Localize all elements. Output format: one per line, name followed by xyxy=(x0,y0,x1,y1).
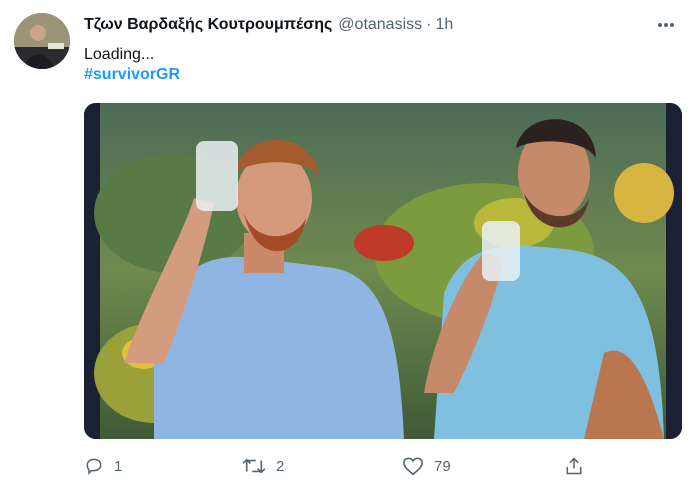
tweet-actions: 1 2 79 xyxy=(84,452,604,480)
retweet-icon xyxy=(242,458,266,474)
reply-count: 1 xyxy=(114,457,123,475)
retweet-button[interactable]: 2 xyxy=(242,452,284,480)
separator-dot: · xyxy=(426,16,432,33)
like-count: 79 xyxy=(434,457,451,475)
more-icon xyxy=(658,23,674,27)
share-icon xyxy=(566,457,582,475)
hashtag-link[interactable]: #survivorGR xyxy=(84,66,180,84)
more-options-button[interactable] xyxy=(652,13,680,37)
tweet-header: Τζων Βαρδαξής Κουτρουμπέσης @otanasiss ·… xyxy=(84,13,453,37)
user-handle[interactable]: @otanasiss xyxy=(338,16,422,34)
tweet-media[interactable] xyxy=(84,103,682,439)
heart-icon xyxy=(403,457,423,476)
share-button[interactable] xyxy=(564,452,584,480)
photo-illustration xyxy=(84,103,682,439)
reply-icon xyxy=(86,458,102,475)
timestamp[interactable]: 1h xyxy=(435,16,453,34)
tweet-text: Loading... xyxy=(84,46,155,63)
like-button[interactable]: 79 xyxy=(402,452,451,480)
avatar[interactable] xyxy=(14,13,70,69)
retweet-count: 2 xyxy=(276,457,285,475)
reply-button[interactable]: 1 xyxy=(84,452,122,480)
avatar-image xyxy=(14,13,70,69)
display-name[interactable]: Τζων Βαρδαξής Κουτρουμπέσης xyxy=(84,16,332,34)
